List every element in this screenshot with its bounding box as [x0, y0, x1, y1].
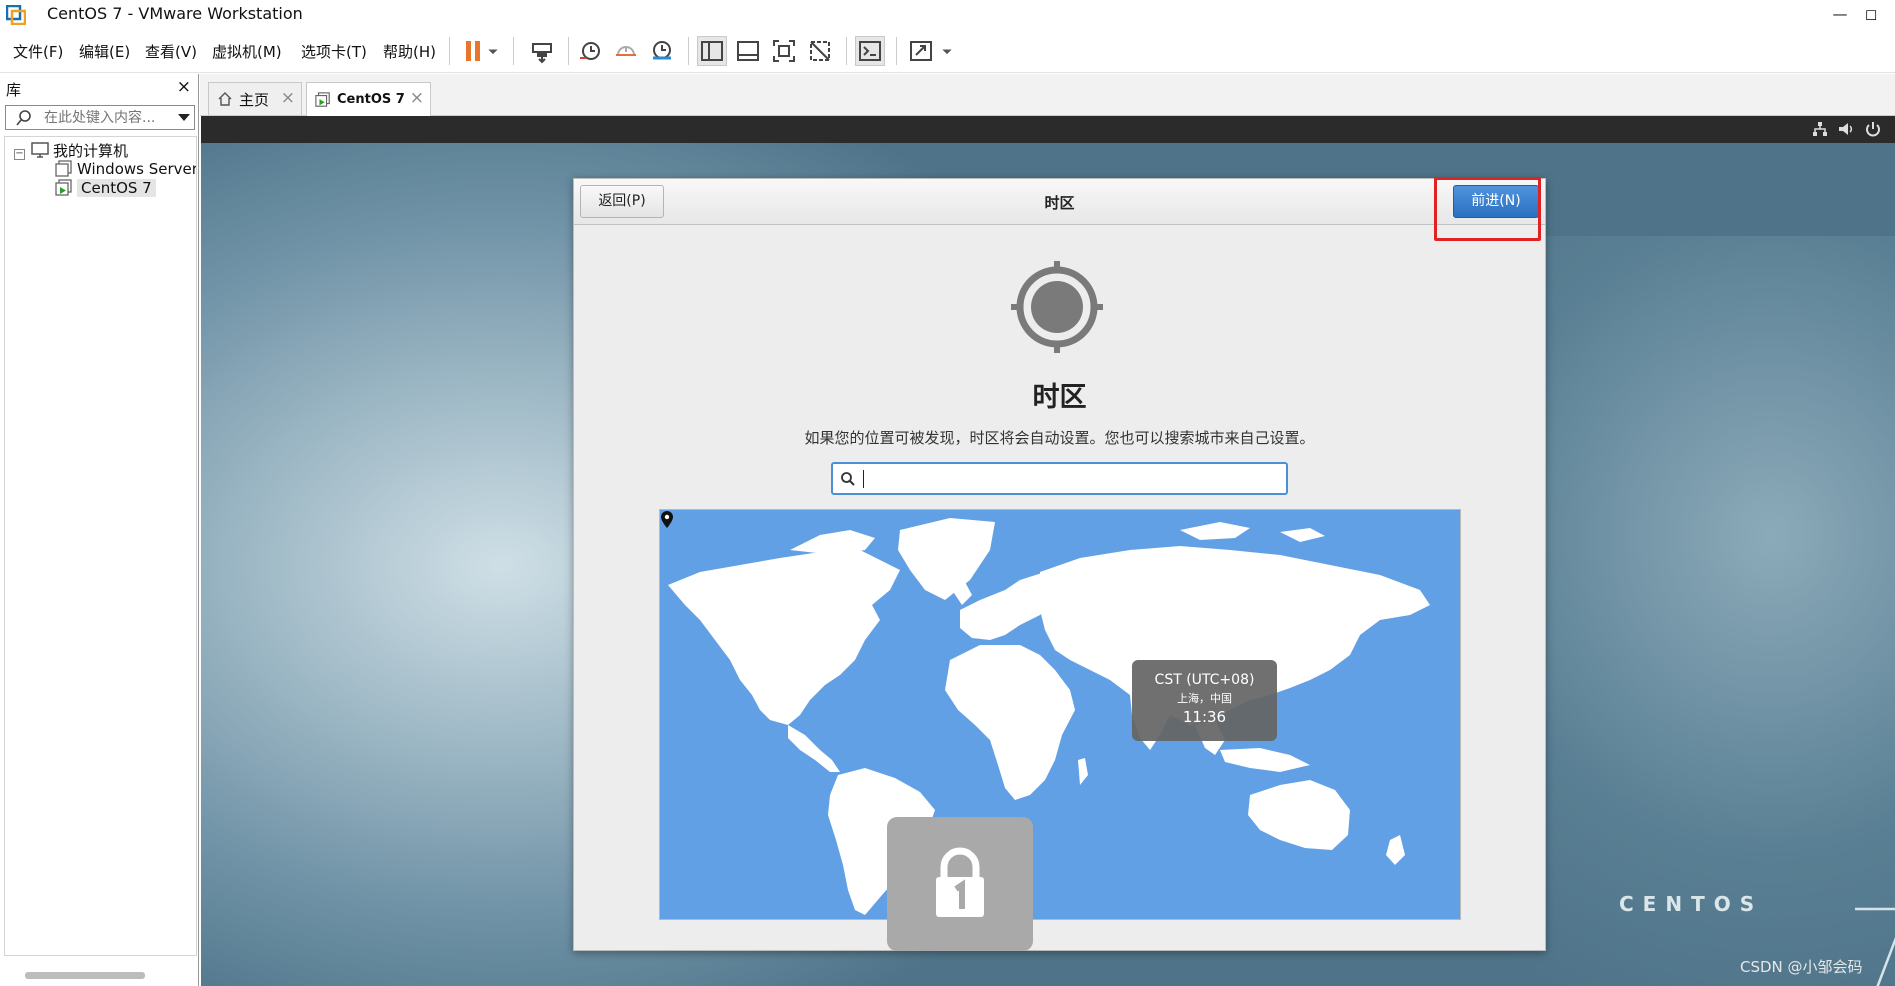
library-search[interactable] [5, 105, 195, 130]
vm-running-icon [315, 91, 330, 107]
tree-item-windows-server[interactable]: Windows Server [55, 159, 197, 179]
tree-label: CentOS 7 [77, 179, 156, 197]
page-description: 如果您的位置可被发现，时区将会自动设置。您也可以搜索城市来自己设置。 [804, 429, 1315, 447]
thumbnail-bar-icon[interactable] [733, 36, 763, 66]
power-icon[interactable] [1864, 120, 1882, 138]
snapshot-icon[interactable] [575, 36, 605, 66]
library-title: 库 [6, 81, 22, 99]
show-library-icon[interactable] [697, 36, 727, 66]
title-bar: CentOS 7 - VMware Workstation — ◻ [0, 0, 1895, 29]
close-icon[interactable]: × [410, 88, 424, 108]
vm-icon [55, 160, 72, 177]
location-target-icon [1011, 261, 1103, 353]
revert-snapshot-icon[interactable] [611, 36, 641, 66]
console-view-icon[interactable] [855, 36, 885, 66]
text-cursor [863, 470, 864, 488]
world-map-landmass [668, 518, 1430, 915]
guest-top-bar [201, 116, 1895, 143]
tree-item-my-computer[interactable]: 我的计算机 [31, 140, 128, 160]
tooltip-city: 上海，中国 [1177, 692, 1232, 705]
close-icon[interactable]: × [177, 77, 191, 97]
timezone-tooltip: CST (UTC+08) 上海，中国 11:36 [1132, 660, 1277, 741]
unity-mode-icon[interactable] [805, 36, 835, 66]
tooltip-timezone: CST (UTC+08) [1154, 672, 1255, 688]
search-icon [16, 110, 31, 126]
tab-label: CentOS 7 [337, 92, 405, 107]
full-screen-icon[interactable] [769, 36, 799, 66]
world-map[interactable]: CST (UTC+08) 上海，中国 11:36 [659, 509, 1461, 920]
menu-toolbar: 文件(F) 编辑(E) 查看(V) 虚拟机(M) 选项卡(T) 帮助(H) [0, 29, 1895, 73]
search-icon [841, 472, 855, 486]
stretch-guest-icon[interactable] [906, 36, 936, 66]
watermark: CSDN @小邹会码 [1740, 958, 1863, 976]
window-title: CentOS 7 - VMware Workstation [47, 4, 303, 23]
network-icon[interactable] [1811, 120, 1829, 138]
tree-label: Windows Server [77, 160, 197, 178]
library-tree: − 我的计算机 Windows Server CentOS 7 [4, 136, 197, 956]
location-pin-icon [661, 511, 673, 528]
horizontal-scrollbar[interactable] [25, 972, 145, 979]
snapshot-manager-icon[interactable] [647, 36, 677, 66]
collapse-toggle[interactable]: − [14, 149, 25, 160]
menu-view[interactable]: 查看(V) [145, 41, 197, 62]
stretch-dropdown-icon[interactable] [938, 36, 956, 66]
centos-logo-text: CENTOS [1619, 892, 1764, 916]
library-header: 库 × [0, 74, 199, 102]
page-heading: 时区 [1032, 382, 1087, 413]
tooltip-time: 11:36 [1182, 708, 1227, 726]
maximize-button[interactable]: ◻ [1860, 3, 1882, 25]
chevron-down-icon[interactable] [178, 114, 190, 121]
tab-label: 主页 [239, 90, 270, 109]
menu-help[interactable]: 帮助(H) [383, 41, 436, 62]
menu-edit[interactable]: 编辑(E) [79, 41, 130, 62]
tab-bar: 主页 × CentOS 7 × [200, 74, 1895, 116]
annotation-highlight-box [1434, 177, 1541, 241]
menu-tabs[interactable]: 选项卡(T) [301, 41, 367, 62]
timezone-dialog: 返回(P) 时区 前进(N) 时区 如果您的位置可被发现，时区将会自动设置。您也… [573, 178, 1546, 951]
close-icon[interactable]: × [281, 88, 295, 108]
volume-icon[interactable] [1837, 120, 1855, 138]
tab-home[interactable]: 主页 × [208, 82, 302, 115]
menu-vm[interactable]: 虚拟机(M) [212, 41, 282, 62]
dialog-title: 时区 [1044, 194, 1075, 212]
lock-overlay [887, 817, 1033, 951]
library-panel: 库 × − 我的计算机 Windows Server CentOS 7 [0, 74, 199, 986]
tree-label: 我的计算机 [53, 141, 129, 160]
dialog-header: 返回(P) 时区 前进(N) [574, 179, 1545, 225]
library-search-input[interactable] [44, 108, 169, 127]
minimize-button[interactable]: — [1829, 3, 1851, 25]
tab-centos[interactable]: CentOS 7 × [306, 82, 431, 116]
menu-file[interactable]: 文件(F) [13, 41, 63, 62]
vmware-logo-icon [6, 5, 26, 25]
computer-icon [31, 142, 49, 158]
home-icon [218, 92, 232, 106]
timezone-search[interactable] [831, 462, 1288, 495]
send-keys-icon[interactable] [527, 36, 557, 66]
pause-dropdown-icon[interactable] [484, 36, 502, 66]
tree-item-centos[interactable]: CentOS 7 [55, 178, 156, 198]
vm-running-icon [55, 179, 72, 196]
lock-icon [936, 847, 984, 917]
